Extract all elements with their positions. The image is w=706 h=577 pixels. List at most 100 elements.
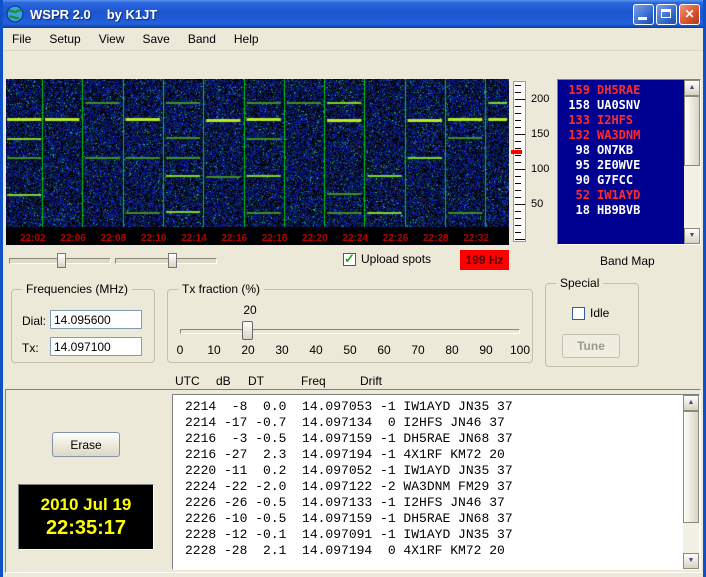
special-group: Special Idle Tune [545, 276, 639, 367]
erase-button[interactable]: Erase [52, 432, 120, 457]
idle-checkbox[interactable]: Idle [572, 306, 609, 320]
menu-band[interactable]: Band [179, 29, 225, 49]
waterfall-time-labels: 22:02 22:06 22:08 22:10 22:14 22:16 22:18 22:20… [6, 231, 509, 245]
scale-tick [515, 176, 521, 177]
band-map-offset: 18 [575, 203, 590, 217]
slider-thumb[interactable] [57, 253, 66, 268]
scale-tick [515, 190, 521, 191]
scale-tick [515, 204, 525, 205]
scale-tick [515, 239, 525, 240]
checkbox-unchecked-icon [572, 306, 585, 320]
upload-spots-label: Upload spots [361, 252, 432, 266]
tx-fraction-tick: 30 [275, 343, 289, 357]
waterfall-time-label: 22:26 [382, 233, 409, 244]
close-button[interactable]: ✕ [679, 4, 700, 25]
band-map-entry: 132 WA3DNM [563, 128, 684, 143]
tx-fraction-tick: 100 [509, 343, 531, 357]
tx-label: Tx: [22, 341, 39, 355]
scroll-up-icon[interactable]: ▲ [684, 80, 700, 96]
band-map-offset: 133 [568, 113, 590, 127]
frequencies-group-title: Frequencies (MHz) [22, 282, 133, 296]
close-icon: ✕ [684, 7, 695, 21]
scale-number: 50 [531, 198, 544, 210]
waterfall-time-label: 22:10 [140, 233, 167, 244]
titlebar: WSPR 2.0 by K1JT ✕ [3, 0, 703, 28]
menu-file[interactable]: File [3, 29, 40, 49]
scale-tick [515, 155, 521, 156]
minimize-button[interactable] [633, 4, 654, 25]
tx-fraction-tick: 20 [241, 343, 255, 357]
band-map-callsign: G7FCC [597, 173, 634, 187]
tx-frequency-input[interactable] [50, 337, 142, 356]
band-map-callsign: HB9BVB [597, 203, 641, 217]
slider-thumb[interactable] [242, 321, 253, 340]
scrollbar-thumb[interactable] [683, 411, 699, 523]
band-map-entry: 18 HB9BVB [563, 203, 684, 218]
scroll-up-icon[interactable]: ▲ [683, 395, 699, 411]
band-map-entry: 159 DH5RAE [563, 83, 684, 98]
scroll-down-icon[interactable]: ▼ [683, 553, 699, 569]
scroll-down-icon[interactable]: ▼ [684, 228, 700, 244]
tx-fraction-group-title: Tx fraction (%) [178, 282, 265, 296]
band-map-offset: 98 [575, 143, 590, 157]
band-map-callsign: WA3DNM [597, 128, 641, 142]
column-header-drift: Drift [360, 374, 382, 388]
menubar: File Setup View Save Band Help [3, 28, 703, 51]
frequency-scale: 200 150 100 50 [511, 79, 557, 245]
waterfall-time-label: 22:20 [302, 233, 328, 244]
clock-time: 22:35:17 [45, 516, 127, 539]
spots-text: 2214 -8 0.0 14.097053 -1 IW1AYD JN35 37 … [185, 399, 513, 558]
band-map-callsign: I2HFS [597, 113, 634, 127]
clock-display: 2010 Jul 19 22:35:17 [18, 484, 154, 550]
column-header-freq: Freq [301, 374, 326, 388]
app-window: WSPR 2.0 by K1JT ✕ File Setup View Save Band… [0, 0, 706, 577]
app-icon [6, 5, 24, 23]
scale-tick [515, 106, 521, 107]
waterfall-time-label: 22:24 [342, 233, 368, 244]
audio-level-slider-1[interactable] [9, 253, 111, 268]
waterfall-time-label: 22:28 [423, 233, 449, 244]
scale-number: 150 [531, 128, 550, 140]
tx-fraction-tick: 10 [207, 343, 221, 357]
spots-scrollbar[interactable]: ▲ ▼ [683, 395, 699, 569]
scrollbar-thumb[interactable] [684, 96, 700, 166]
scale-tick [515, 211, 521, 212]
dial-frequency-input[interactable] [50, 310, 142, 329]
tx-fraction-slider[interactable] [180, 321, 520, 341]
slider-thumb[interactable] [168, 253, 177, 268]
menu-view[interactable]: View [90, 29, 134, 49]
special-group-title: Special [556, 276, 604, 290]
scale-tick [515, 120, 521, 121]
waterfall-time-label: 22:16 [221, 233, 248, 244]
column-header-db: dB [216, 374, 231, 388]
menu-setup[interactable]: Setup [40, 29, 89, 49]
menu-save[interactable]: Save [134, 29, 179, 49]
waterfall-time-label: 22:02 [20, 233, 46, 244]
band-map-callsign: ON7KB [597, 143, 634, 157]
waterfall-time-label: 22:18 [261, 233, 288, 244]
maximize-button[interactable] [656, 4, 677, 25]
spots-area[interactable]: 2214 -8 0.0 14.097053 -1 IW1AYD JN35 37 … [172, 394, 700, 570]
band-map-scrollbar[interactable]: ▲ ▼ [684, 80, 700, 244]
rx-audio-freq-indicator: 199 Hz [460, 250, 509, 270]
band-map-offset: 132 [568, 128, 590, 142]
audio-level-slider-2[interactable] [115, 253, 217, 268]
scale-tick [515, 85, 521, 86]
band-map-offset: 159 [568, 83, 590, 97]
waterfall-time-label: 22:32 [463, 233, 489, 244]
tx-fraction-tick: 40 [309, 343, 323, 357]
waterfall-time-label: 22:08 [100, 233, 127, 244]
tx-fraction-tick: 80 [445, 343, 459, 357]
waterfall-canvas [6, 79, 509, 245]
band-map-offset: 95 [575, 158, 590, 172]
maximize-icon [661, 9, 671, 18]
tx-fraction-tick: 0 [176, 343, 184, 357]
dial-label: Dial: [22, 314, 47, 328]
tx-fraction-tick-labels: 0 10 20 30 40 50 60 70 80 90 100 [176, 343, 530, 357]
scale-tick [515, 197, 521, 198]
spots-column-headers: UTC dB DT Freq Drift [3, 374, 703, 388]
tune-button[interactable]: Tune [562, 334, 620, 358]
upload-spots-checkbox[interactable]: ✓ Upload spots [343, 251, 432, 266]
scale-tick [515, 127, 521, 128]
menu-help[interactable]: Help [225, 29, 268, 49]
